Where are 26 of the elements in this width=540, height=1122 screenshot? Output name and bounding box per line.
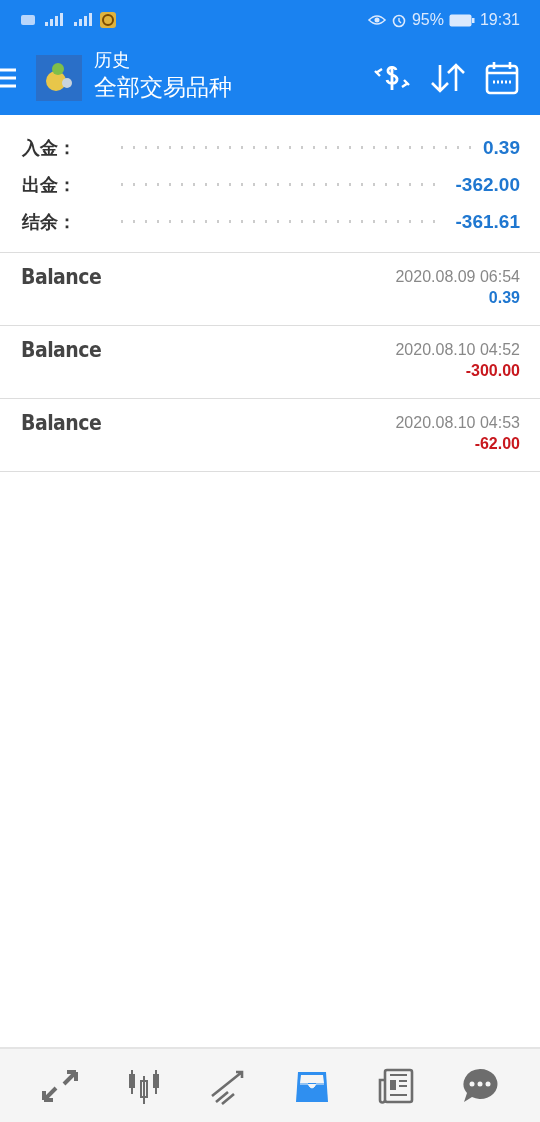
summary-value: -361.61 (455, 210, 520, 233)
deal-time: 2020.08.09 06:54 (395, 268, 520, 286)
app-notification-icon (99, 11, 117, 29)
deal-type: Balance (21, 411, 102, 437)
deal-time: 2020.08.10 04:53 (395, 414, 520, 432)
summary-value: 0.39 (483, 136, 520, 159)
clock-time: 19:31 (479, 11, 520, 29)
deal-time: 2020.08.10 04:52 (395, 341, 520, 359)
deal-type: Balance (21, 338, 102, 364)
summary-label: 出金： (22, 173, 76, 197)
battery-icon (448, 13, 475, 27)
menu-icon[interactable] (0, 66, 16, 89)
calendar-icon[interactable] (484, 59, 520, 96)
screen-title: 历史 (94, 49, 131, 72)
app-logo-icon (36, 54, 82, 101)
deal-amount: -62.00 (474, 435, 520, 453)
deal-type: Balance (21, 265, 102, 291)
symbol-filter[interactable]: 全部交易品种 (94, 72, 356, 103)
summary-label: 入金： (22, 136, 76, 160)
summary-value: -362.00 (455, 173, 520, 196)
deal-amount: 0.39 (488, 289, 520, 307)
deal-amount: -300.00 (465, 362, 520, 380)
battery-percent: 95% (411, 11, 444, 29)
summary-label: 结余： (22, 210, 76, 234)
alarm-icon (390, 12, 407, 28)
eye-icon (367, 13, 386, 27)
